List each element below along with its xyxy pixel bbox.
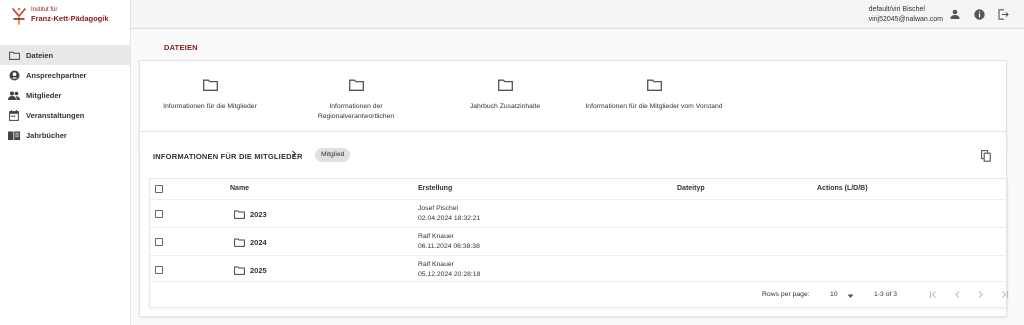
folder-icon <box>140 75 280 95</box>
book-icon <box>8 129 20 141</box>
folder-icon <box>286 75 426 95</box>
folder-tile[interactable]: Informationen für die Mitglieder vom Vor… <box>584 75 724 112</box>
sidebar-item-label: Ansprechpartner <box>26 70 87 80</box>
column-header[interactable]: Name <box>230 179 249 199</box>
row-author: Ralf Knauer <box>418 233 454 240</box>
row-checkbox[interactable] <box>155 238 163 246</box>
user-info: default/viri Bischel virij52045@nalwan.c… <box>869 5 943 25</box>
sidebar-item-mitglieder[interactable]: Mitglieder <box>0 85 131 105</box>
last-page-icon[interactable] <box>1000 290 1009 301</box>
logout-icon[interactable] <box>997 8 1009 20</box>
row-checkbox[interactable] <box>155 210 163 218</box>
sidebar-item-label: Dateien <box>26 50 54 60</box>
first-page-icon[interactable] <box>929 290 938 301</box>
breadcrumb: DATEIEN <box>164 43 198 52</box>
role-chip[interactable]: Mitglied <box>315 148 351 162</box>
sidebar-item-label: Mitglieder <box>26 90 62 100</box>
column-header[interactable]: Erstellung <box>418 179 452 199</box>
person-icon[interactable] <box>949 8 961 20</box>
select-all-checkbox[interactable] <box>155 185 163 193</box>
chevron-right-icon <box>290 150 298 160</box>
row-date: 02.04.2024 18:32:21 <box>418 215 481 222</box>
people-icon <box>8 89 20 101</box>
row-name[interactable]: 2024 <box>250 238 267 247</box>
user-name: default/viri Bischel <box>868 6 925 13</box>
row-author: Josef Pischel <box>418 205 459 212</box>
sidebar-item-label: Jahrbücher <box>26 130 67 140</box>
calendar-icon <box>8 109 20 121</box>
column-header[interactable]: Dateityp <box>677 179 705 199</box>
next-page-icon[interactable] <box>976 290 985 301</box>
row-date: 06.11.2024 06:38:38 <box>418 243 480 250</box>
folder-tile[interactable]: Jahrbuch Zusatzinhalte <box>435 75 575 112</box>
folder-icon <box>234 210 245 221</box>
sidebar: Institut für Franz-Kett-Pädagogik Dateie… <box>0 0 131 325</box>
table-row[interactable]: 2024 Ralf Knauer 06.11.2024 06:38:38 <box>150 227 1007 255</box>
files-table: Name Erstellung Dateityp Actions (L/D/B)… <box>149 178 1009 308</box>
folder-icon <box>234 266 245 277</box>
table-row[interactable]: 2023 Josef Pischel 02.04.2024 18:32:21 <box>150 199 1007 227</box>
copy-icon[interactable] <box>981 150 991 164</box>
sidebar-item-dateien[interactable]: Dateien <box>0 45 131 65</box>
user-email: virij52045@nalwan.com <box>868 16 943 23</box>
folder-tile[interactable]: Informationen der Regionalverantwortlich… <box>286 75 426 122</box>
rows-per-page-select[interactable]: 10 <box>830 291 838 298</box>
row-date: 05.12.2024 20:28:18 <box>418 271 481 278</box>
logo-line-1: Institut für <box>31 7 58 13</box>
sidebar-item-veranstaltungen[interactable]: Veranstaltungen <box>0 105 131 125</box>
folder-tile[interactable]: Informationen für die Mitglieder <box>140 75 280 112</box>
logo-line-2: Franz-Kett-Pädagogik <box>31 14 109 23</box>
column-header: Actions (L/D/B) <box>817 185 868 192</box>
info-icon[interactable] <box>973 8 985 20</box>
panel-title: INFORMATIONEN FÜR DIE MITGLIEDER <box>153 152 303 161</box>
folder-contents-panel: INFORMATIONEN FÜR DIE MITGLIEDER Mitglie… <box>139 131 1009 317</box>
row-author: Ralf Knauer <box>418 261 454 268</box>
page-range: 1-3 of 3 <box>874 291 898 298</box>
folder-icon <box>8 49 20 61</box>
sidebar-item-jahrbuecher[interactable]: Jahrbücher <box>0 125 131 145</box>
previous-page-icon[interactable] <box>953 290 962 301</box>
row-name[interactable]: 2025 <box>250 266 267 275</box>
main-content: DATEIEN Informationen für die Mitglieder… <box>131 29 1024 325</box>
folder-label: Informationen der Regionalverantwortlich… <box>317 103 395 120</box>
folder-label: Jahrbuch Zusatzinhalte <box>469 103 541 110</box>
folder-label: Informationen für die Mitglieder <box>163 103 257 110</box>
folder-icon <box>584 75 724 95</box>
table-row[interactable]: 2025 Ralf Knauer 05.12.2024 20:28:18 <box>150 255 1007 283</box>
rows-per-page-label: Rows per page: <box>762 291 810 298</box>
account-circle-icon <box>8 69 20 81</box>
folder-icon <box>234 238 245 249</box>
sidebar-item-label: Veranstaltungen <box>26 110 85 120</box>
folder-icon <box>435 75 575 95</box>
folder-label: Informationen für die Mitglieder vom Vor… <box>585 103 723 110</box>
row-checkbox[interactable] <box>155 266 163 274</box>
sidebar-nav: Dateien Ansprechpartner Mitglieder Veran… <box>0 45 131 145</box>
logo[interactable]: Institut für Franz-Kett-Pädagogik <box>10 5 128 29</box>
caret-down-icon[interactable] <box>847 292 854 301</box>
sidebar-item-ansprechpartner[interactable]: Ansprechpartner <box>0 65 131 85</box>
top-bar: default/viri Bischel virij52045@nalwan.c… <box>131 0 1024 29</box>
logo-mark <box>12 7 26 25</box>
table-pagination: Rows per page: 10 1-3 of 3 <box>150 281 1009 307</box>
row-name[interactable]: 2023 <box>250 210 267 219</box>
